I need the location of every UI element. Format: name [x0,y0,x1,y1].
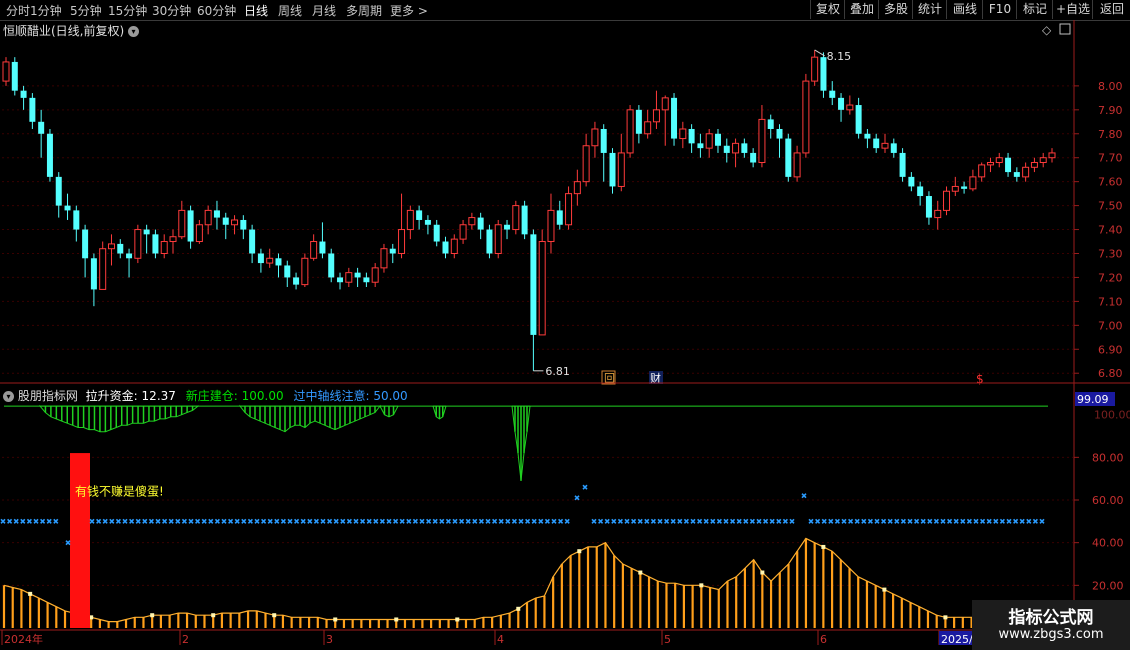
indicator-title: ▾ 股朋指标网 拉升资金: 12.37 新庄建仓: 100.00 过中轴线注意:… [3,387,408,404]
indicator-top-tick: 100.00 [1094,409,1130,422]
lift-value: 12.37 [141,389,176,403]
mid-label: 过中轴线注意: [293,389,370,403]
new-label: 新庄建仓: [185,389,238,403]
lift-label: 拉升资金: [85,389,138,403]
price-tick-label: 8.00 [1098,80,1123,93]
chevron-down-icon[interactable]: ▾ [128,26,140,37]
indicator-tick-label: 40.00 [1092,537,1124,550]
price-tick-label: 7.60 [1098,176,1123,189]
time-label: 2025/ [941,633,973,646]
current-value-text: 99.09 [1077,393,1109,406]
price-tick-label: 7.30 [1098,247,1123,260]
time-label: 4 [497,633,504,646]
indicator-name: 股朋指标网 [17,389,78,403]
time-label: 3 [326,633,333,646]
price-tick-label: 6.80 [1098,367,1123,380]
watermark-url: www.zbgs3.com [998,627,1104,642]
price-tick-label: 7.90 [1098,104,1123,117]
new-value: 100.00 [241,389,284,403]
stock-title: 恒顺醋业(日线,前复权) ▾ [3,22,140,39]
price-tick-label: 7.20 [1098,271,1123,284]
time-label: 6 [820,633,827,646]
mid-value: 50.00 [373,389,408,403]
price-tick-label: 7.00 [1098,319,1123,332]
price-tick-label: 7.50 [1098,200,1123,213]
time-label: 2 [182,633,189,646]
price-tick-label: 7.80 [1098,128,1123,141]
watermark: 指标公式网 www.zbgs3.com [972,600,1130,650]
time-label: 5 [664,633,671,646]
axes-layer: 8.00 7.90 7.80 7.70 7.60 7.50 7.40 7.30 7.20 7.10… [0,20,1130,646]
price-tick-label: 6.90 [1098,343,1123,356]
panel-toggle-icon [1059,23,1071,35]
diamond-icon: ◇ [1042,23,1052,37]
time-label: 2024年 [4,632,43,646]
stock-title-text: 恒顺醋业(日线,前复权) [3,24,125,38]
price-tick-label: 7.10 [1098,295,1123,308]
watermark-title: 指标公式网 [1008,608,1094,628]
price-tick-label: 7.70 [1098,152,1123,165]
indicator-tick-label: 20.00 [1092,579,1124,592]
chevron-down-icon[interactable]: ▾ [3,391,14,402]
indicator-tick-label: 60.00 [1092,494,1124,507]
indicator-tick-label: 80.00 [1092,451,1124,464]
price-tick-label: 7.40 [1098,224,1123,237]
